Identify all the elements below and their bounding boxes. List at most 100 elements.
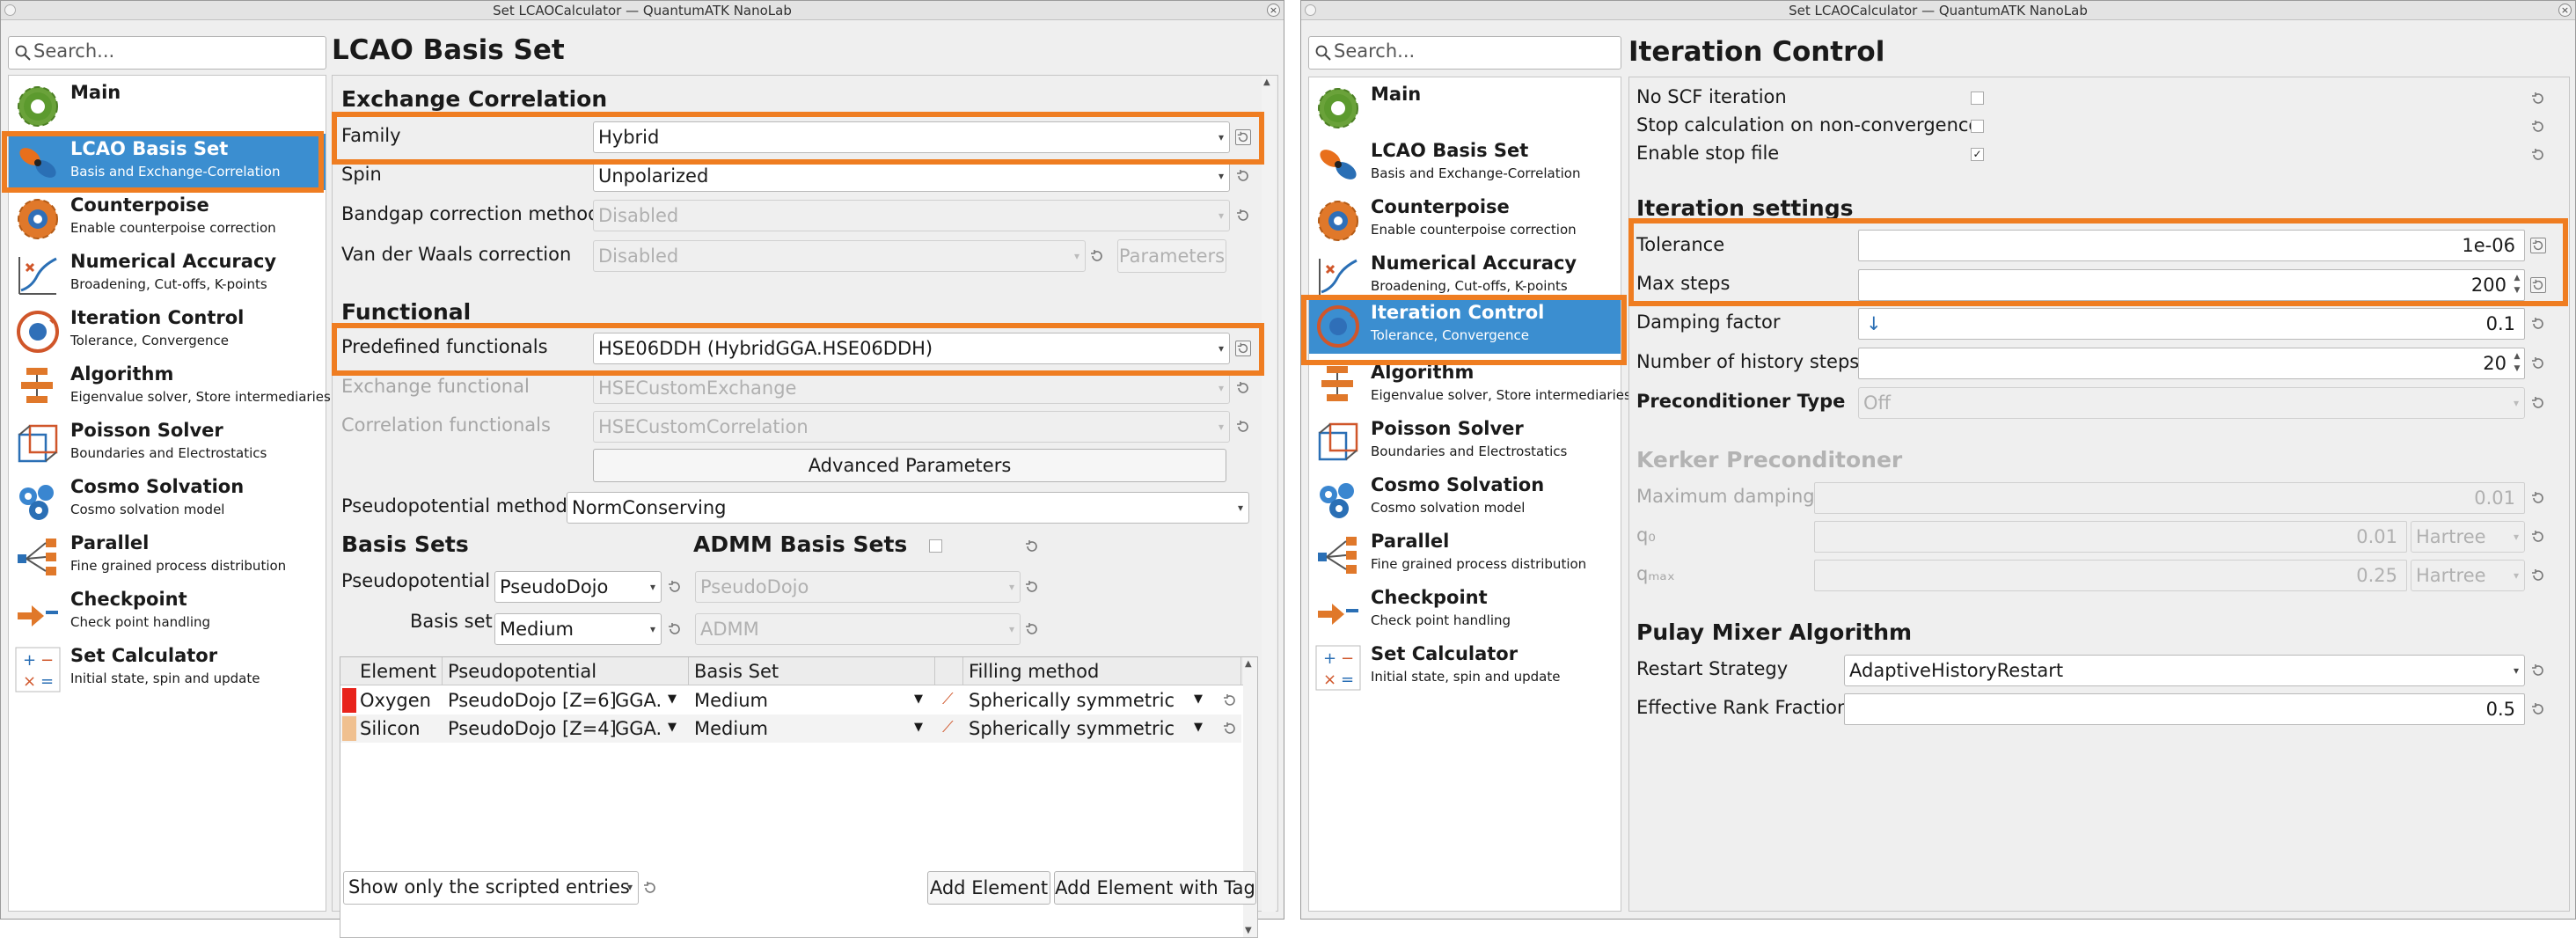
maximum-damping-input[interactable]: 0.01 [1814,482,2525,514]
history-steps-spinbox[interactable]: 20 ▲ ▼ [1858,348,2525,379]
qmax-input[interactable]: 0.25 [1814,560,2407,591]
scroll-down-icon[interactable]: ▼ [1245,926,1252,935]
admm-basis-set-select[interactable]: ADMM ▾ [695,613,1021,645]
add-element-with-tag-button[interactable]: Add Element with Tag [1054,871,1256,905]
correlation-functionals-select[interactable]: HSECustomCorrelation ▾ [593,411,1230,443]
reset-icon[interactable] [642,880,658,896]
parameters-button[interactable]: Parameters [1117,239,1226,273]
show-scripted-select[interactable]: Show only the scripted entries ▾ [343,871,639,905]
reset-icon[interactable] [1235,208,1251,224]
sidebar-item-iteration-control[interactable]: Iteration Control Tolerance, Convergence [1309,297,1621,354]
sidebar-item-numerical-accuracy[interactable]: Numerical Accuracy Broadening, Cut-offs, … [1309,248,1621,304]
reset-icon[interactable] [667,579,683,595]
sidebar-item-lcao-basis-set[interactable]: LCAO Basis Set Basis and Exchange-Correla… [1309,136,1621,192]
column-header[interactable]: Filling method [963,657,1241,685]
qmax-unit-select[interactable]: Hartree ▾ [2411,560,2525,591]
restart-strategy-select[interactable]: AdaptiveHistoryRestart ▾ [1844,655,2525,686]
window-menu-icon[interactable] [4,4,16,16]
pseudopotential-select[interactable]: PseudoDojo ▾ [494,571,662,603]
curve-icon[interactable]: ⟋ [942,714,954,741]
reset-icon[interactable] [2530,701,2546,717]
search-input[interactable] [1334,40,1598,62]
reset-icon[interactable] [2530,529,2546,545]
sidebar-item-cosmo-solvation[interactable]: Cosmo Solvation Cosmo solvation model [9,472,326,528]
spin-arrows-icon[interactable]: ▲ ▼ [2512,350,2522,375]
reset-icon[interactable] [1024,621,1040,637]
sidebar-item-set-calculator[interactable]: Set Calculator Initial state, spin and up… [9,641,326,697]
reset-icon[interactable] [2530,316,2546,332]
gga-cell[interactable]: GGA. [615,715,662,742]
sidebar-item-poisson-solver[interactable]: Poisson Solver Boundaries and Electrostat… [1309,414,1621,470]
reset-icon[interactable] [2530,395,2546,411]
admm-pseudopotential-select[interactable]: PseudoDojo ▾ [695,571,1021,603]
reset-icon[interactable] [2530,147,2546,163]
predefined-functionals-select[interactable]: HSE06DDH (HybridGGA.HSE06DDH) ▾ [593,333,1230,364]
vertical-scrollbar[interactable]: ▲ [1262,76,1276,912]
reset-icon[interactable] [2530,238,2546,253]
filling-method-cell[interactable]: Spherically symmetric [969,715,1175,742]
effective-rank-fraction-input[interactable]: 0.5 [1844,693,2525,725]
sidebar-item-algorithm[interactable]: Algorithm Eigenvalue solver, Store interm… [1309,357,1631,414]
damping-factor-input[interactable]: ↓ 0.1 [1858,308,2525,340]
reset-icon[interactable] [1222,721,1238,736]
reset-icon[interactable] [2530,663,2546,678]
sidebar-item-checkpoint[interactable]: Checkpoint Check point handling [9,584,326,641]
sidebar-item-lcao-basis-set[interactable]: LCAO Basis Set Basis and Exchange-Correla… [9,134,326,190]
vdw-select[interactable]: Disabled ▾ [593,240,1086,272]
sidebar-item-main[interactable]: Main [9,77,326,134]
spin-select[interactable]: Unpolarized ▾ [593,160,1230,192]
reset-icon[interactable] [1222,693,1238,708]
reset-icon[interactable] [1024,579,1040,595]
bandgap-select[interactable]: Disabled ▾ [593,200,1230,231]
q0-input[interactable]: 0.01 [1814,521,2407,553]
window-menu-icon[interactable] [1305,4,1316,16]
sidebar-item-iteration-control[interactable]: Iteration Control Tolerance, Convergence [9,303,326,359]
reset-icon[interactable] [1235,419,1251,435]
close-icon[interactable]: × [2558,4,2572,17]
sidebar-item-counterpoise[interactable]: Counterpoise Enable counterpoise correcti… [9,190,326,246]
no-scf-iteration-checkbox[interactable] [1971,92,1984,105]
q0-unit-select[interactable]: Hartree ▾ [2411,521,2525,553]
close-icon[interactable]: × [1267,4,1280,17]
curve-icon[interactable]: ⟋ [942,686,954,713]
tolerance-input[interactable]: 1e-06 [1858,230,2525,261]
family-select[interactable]: Hybrid ▾ [593,121,1230,153]
reset-icon[interactable] [1024,539,1040,554]
preconditioner-type-select[interactable]: Off ▾ [1858,387,2525,419]
sidebar-item-parallel[interactable]: Parallel Fine grained process distributio… [1309,526,1621,583]
table-row[interactable]: Oxygen PseudoDojo [Z=6] GGA. ▼ Medium ▼ … [340,686,1241,714]
arrow-down-icon[interactable]: ↓ [1866,309,1882,339]
reset-icon[interactable] [1089,248,1105,264]
scroll-up-icon[interactable]: ▲ [1245,659,1252,669]
search-input[interactable] [33,40,297,62]
reset-icon[interactable] [1235,341,1251,356]
stop-calculation-checkbox[interactable] [1971,120,1984,133]
reset-icon[interactable] [667,621,683,637]
basis-set-cell[interactable]: Medium [694,687,768,714]
reset-icon[interactable] [2530,355,2546,371]
spin-arrows-icon[interactable]: ▲ ▼ [2512,272,2522,297]
reset-icon[interactable] [2530,490,2546,506]
max-steps-spinbox[interactable]: 200 ▲ ▼ [1858,269,2525,301]
basis-set-select[interactable]: Medium ▾ [494,613,662,645]
sidebar-item-poisson-solver[interactable]: Poisson Solver Boundaries and Electrostat… [9,415,326,472]
sidebar-item-checkpoint[interactable]: Checkpoint Check point handling [1309,583,1621,639]
column-header[interactable]: Pseudopotential [443,657,689,685]
basis-set-cell[interactable]: Medium [694,715,768,742]
sidebar-item-main[interactable]: Main [1309,79,1621,136]
pseudopotential-cell[interactable]: PseudoDojo [Z=4] [448,715,617,742]
sidebar-item-set-calculator[interactable]: Set Calculator Initial state, spin and up… [1309,639,1621,695]
sidebar-item-counterpoise[interactable]: Counterpoise Enable counterpoise correcti… [1309,192,1621,248]
table-row[interactable]: Silicon PseudoDojo [Z=4] GGA. ▼ Medium ▼… [340,714,1241,743]
gga-cell[interactable]: GGA. [615,687,662,714]
scroll-up-icon[interactable]: ▲ [1263,77,1270,87]
sidebar-item-numerical-accuracy[interactable]: Numerical Accuracy Broadening, Cut-offs, … [9,246,326,303]
admm-checkbox[interactable] [929,539,942,553]
pseudopotential-cell[interactable]: PseudoDojo [Z=6] [448,687,617,714]
reset-icon[interactable] [1235,380,1251,396]
reset-icon[interactable] [2530,119,2546,135]
sidebar-item-algorithm[interactable]: Algorithm Eigenvalue solver, Store interm… [9,359,331,415]
add-element-button[interactable]: Add Element [927,871,1050,905]
sidebar-item-parallel[interactable]: Parallel Fine grained process distributio… [9,528,326,584]
column-header[interactable]: Element [340,657,443,685]
